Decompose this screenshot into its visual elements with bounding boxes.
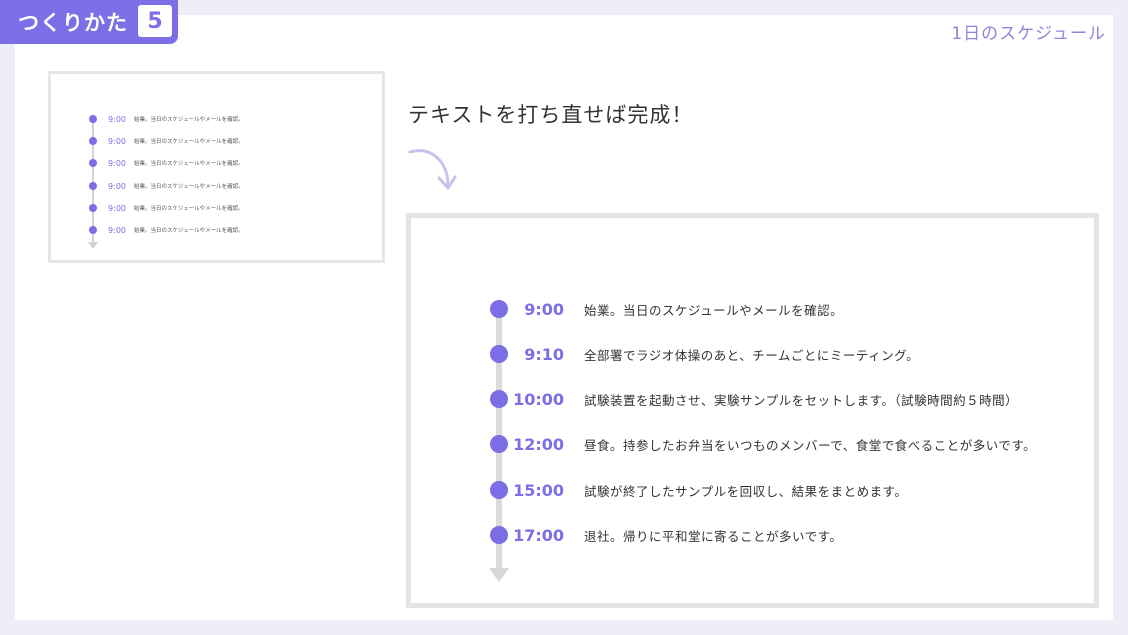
thumbnail-item: 9:00 始業。当日のスケジュールやメールを確認。 [89, 136, 244, 146]
curved-arrow-icon [408, 149, 457, 190]
thumbnail-time: 9:00 [108, 181, 126, 191]
thumbnail-arrow-down-icon [88, 242, 98, 249]
thumbnail-text: 始業。当日のスケジュールやメールを確認。 [134, 228, 244, 234]
headline: テキストを打ち直せば完成！ [408, 103, 694, 127]
thumbnail-item: 9:00 始業。当日のスケジュールやメールを確認。 [89, 114, 244, 124]
timeline-arrow-down-icon [489, 568, 509, 582]
schedule-item: 9:10 全部署でラジオ体操のあと、チームごとにミーティング。 [490, 343, 919, 365]
timeline-dot-icon [490, 481, 508, 499]
thumbnail-dot-icon [89, 115, 97, 123]
schedule-time: 12:00 [513, 434, 564, 454]
thumbnail-preview: 9:00 始業。当日のスケジュールやメールを確認。 9:00 始業。当日のスケジ… [48, 71, 385, 263]
schedule-text: 全部署でラジオ体操のあと、チームごとにミーティング。 [584, 347, 920, 363]
schedule-text: 昼食。持参したお弁当をいつものメンバーで、食堂で食べることが多いです。 [584, 437, 1037, 453]
timeline-dot-icon [490, 526, 508, 544]
thumbnail-text: 始業。当日のスケジュールやメールを確認。 [134, 184, 244, 190]
thumbnail-item: 9:00 始業。当日のスケジュールやメールを確認。 [89, 158, 244, 168]
thumbnail-time: 9:00 [108, 136, 126, 146]
thumbnail-time: 9:00 [108, 225, 126, 235]
thumbnail-time: 9:00 [108, 114, 126, 124]
thumbnail-dot-icon [89, 182, 97, 190]
schedule-item: 15:00 試験が終了したサンプルを回収し、結果をまとめます。 [490, 479, 907, 501]
section-title: 1日のスケジュール [951, 24, 1106, 44]
timeline-dot-icon [490, 390, 508, 408]
result-preview: 9:00 始業。当日のスケジュールやメールを確認。 9:10 全部署でラジオ体操… [406, 213, 1099, 608]
schedule-time: 10:00 [513, 389, 564, 409]
step-label: つくりかた [18, 11, 128, 35]
schedule-time: 9:00 [524, 299, 564, 319]
thumbnail-time: 9:00 [108, 203, 126, 213]
schedule-time: 15:00 [513, 480, 564, 500]
schedule-item: 10:00 試験装置を起動させ、実験サンプルをセットします。（試験時間約５時間） [490, 388, 1018, 410]
thumbnail-item: 9:00 始業。当日のスケジュールやメールを確認。 [89, 225, 244, 235]
schedule-item: 9:00 始業。当日のスケジュールやメールを確認。 [490, 298, 843, 320]
schedule-item: 17:00 退社。帰りに平和堂に寄ることが多いです。 [490, 524, 842, 546]
schedule-time: 9:10 [524, 344, 564, 364]
thumbnail-dot-icon [89, 226, 97, 234]
schedule-text: 始業。当日のスケジュールやメールを確認。 [584, 302, 844, 318]
schedule-text: 退社。帰りに平和堂に寄ることが多いです。 [584, 528, 843, 544]
thumbnail-text: 始業。当日のスケジュールやメールを確認。 [134, 161, 244, 167]
thumbnail-dot-icon [89, 137, 97, 145]
thumbnail-dot-icon [89, 204, 97, 212]
thumbnail-item: 9:00 始業。当日のスケジュールやメールを確認。 [89, 203, 244, 213]
timeline-dot-icon [490, 300, 508, 318]
thumbnail-text: 始業。当日のスケジュールやメールを確認。 [134, 117, 244, 123]
step-number: 5 [138, 5, 172, 37]
timeline-dot-icon [490, 435, 508, 453]
thumbnail-text: 始業。当日のスケジュールやメールを確認。 [134, 206, 244, 212]
timeline-dot-icon [490, 345, 508, 363]
schedule-text: 試験装置を起動させ、実験サンプルをセットします。（試験時間約５時間） [584, 392, 1019, 408]
schedule-time: 17:00 [513, 525, 564, 545]
thumbnail-time: 9:00 [108, 158, 126, 168]
thumbnail-text: 始業。当日のスケジュールやメールを確認。 [134, 139, 244, 145]
thumbnail-item: 9:00 始業。当日のスケジュールやメールを確認。 [89, 181, 244, 191]
step-badge: つくりかた 5 [0, 0, 178, 44]
thumbnail-dot-icon [89, 159, 97, 167]
schedule-item: 12:00 昼食。持参したお弁当をいつものメンバーで、食堂で食べることが多いです… [490, 433, 1036, 455]
schedule-text: 試験が終了したサンプルを回収し、結果をまとめます。 [584, 483, 908, 499]
